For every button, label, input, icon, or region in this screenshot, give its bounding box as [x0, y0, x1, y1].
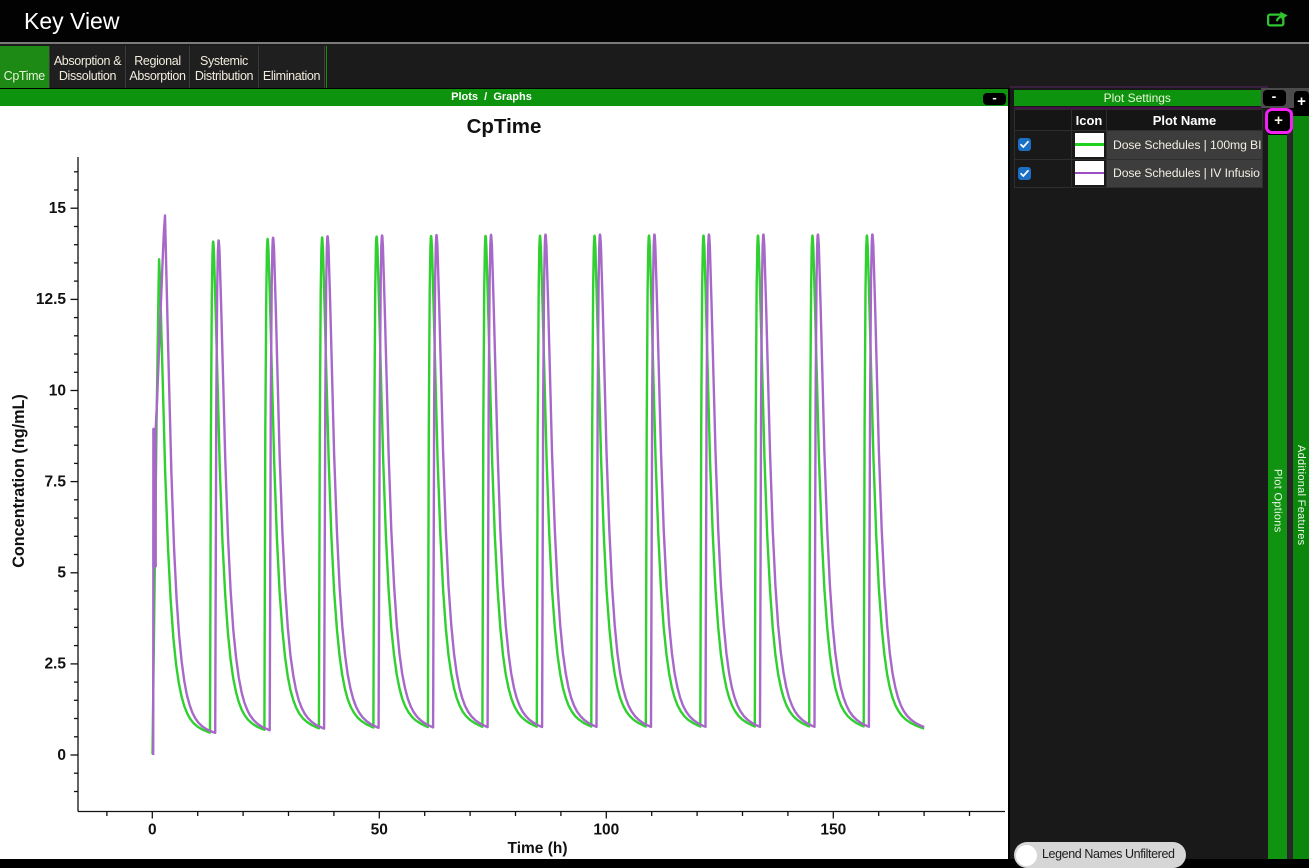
svg-text:12.5: 12.5: [36, 291, 67, 308]
svg-text:2.5: 2.5: [44, 655, 66, 672]
svg-text:CpTime: CpTime: [467, 115, 542, 138]
svg-text:0: 0: [148, 821, 157, 838]
svg-text:Time (h): Time (h): [508, 840, 568, 857]
svg-text:10: 10: [49, 382, 66, 399]
svg-text:0: 0: [57, 746, 66, 763]
svg-text:5: 5: [57, 564, 66, 581]
svg-text:7.5: 7.5: [44, 473, 66, 490]
svg-text:15: 15: [49, 200, 67, 217]
svg-text:Concentration (ng/mL): Concentration (ng/mL): [10, 394, 28, 568]
svg-text:50: 50: [371, 821, 388, 838]
svg-text:100: 100: [593, 821, 619, 838]
svg-text:150: 150: [820, 821, 846, 838]
